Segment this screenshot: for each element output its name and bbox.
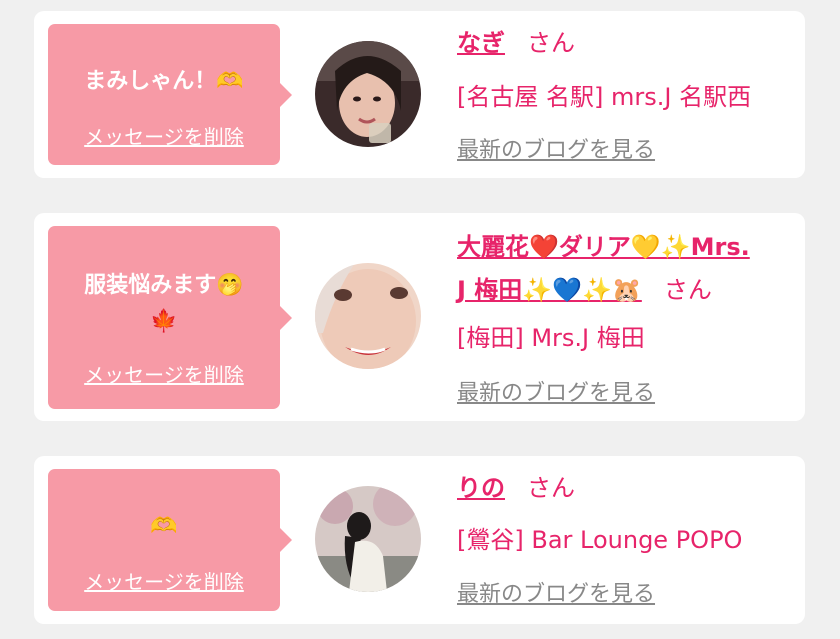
honorific: さん	[527, 474, 575, 502]
message-card: 服装悩みます🤭 🍁 メッセージを削除 大麗花❤️ダリア💛✨Mrs. J 梅田✨💙…	[34, 213, 805, 421]
avatar[interactable]	[315, 486, 421, 592]
avatar-photo-icon	[315, 486, 421, 592]
cast-name-link-line2[interactable]: J 梅田✨💙✨🐹	[457, 276, 642, 304]
avatar-photo-icon	[315, 263, 421, 369]
avatar-photo-icon	[315, 41, 421, 147]
cast-name-link[interactable]: 大麗花❤️ダリア💛✨Mrs.	[457, 233, 750, 261]
cast-name-link[interactable]: なぎ	[457, 29, 505, 57]
cast-name-link[interactable]: りの	[457, 474, 505, 502]
latest-blog-link[interactable]: 最新のブログを見る	[457, 375, 655, 407]
message-text-line2: 🍁	[150, 309, 178, 334]
message-card: まみしゃん！🫶 メッセージを削除 なぎ さん [名古屋 名駅] mrs.J 名駅西…	[34, 11, 805, 178]
avatar[interactable]	[315, 263, 421, 369]
message-text: 服装悩みます🤭	[84, 273, 244, 298]
avatar[interactable]	[315, 41, 421, 147]
message-bubble: まみしゃん！🫶 メッセージを削除	[48, 24, 292, 165]
message-card: 🫶 メッセージを削除 りの さん [鶯谷] Bar Lounge POPO 最新の…	[34, 456, 805, 624]
cast-name-line: 大麗花❤️ダリア💛✨Mrs. J 梅田✨💙✨🐹 さん	[457, 226, 802, 312]
delete-message-link[interactable]: メッセージを削除	[48, 121, 280, 150]
honorific: さん	[527, 29, 575, 57]
latest-blog-link[interactable]: 最新のブログを見る	[457, 576, 655, 608]
delete-message-link[interactable]: メッセージを削除	[48, 359, 280, 388]
delete-message-link[interactable]: メッセージを削除	[48, 566, 280, 595]
shop-info: [梅田] Mrs.J 梅田	[457, 324, 645, 352]
honorific: さん	[663, 276, 712, 304]
message-text: まみしゃん！🫶	[84, 69, 244, 94]
cast-name-line: なぎ さん	[457, 22, 802, 65]
message-bubble: 服装悩みます🤭 🍁 メッセージを削除	[48, 226, 292, 409]
message-bubble: 🫶 メッセージを削除	[48, 469, 292, 611]
shop-info: [鶯谷] Bar Lounge POPO	[457, 526, 743, 554]
shop-info: [名古屋 名駅] mrs.J 名駅西	[457, 83, 752, 111]
latest-blog-link[interactable]: 最新のブログを見る	[457, 132, 655, 164]
message-text: 🫶	[150, 514, 178, 539]
cast-name-line: りの さん	[457, 467, 802, 510]
